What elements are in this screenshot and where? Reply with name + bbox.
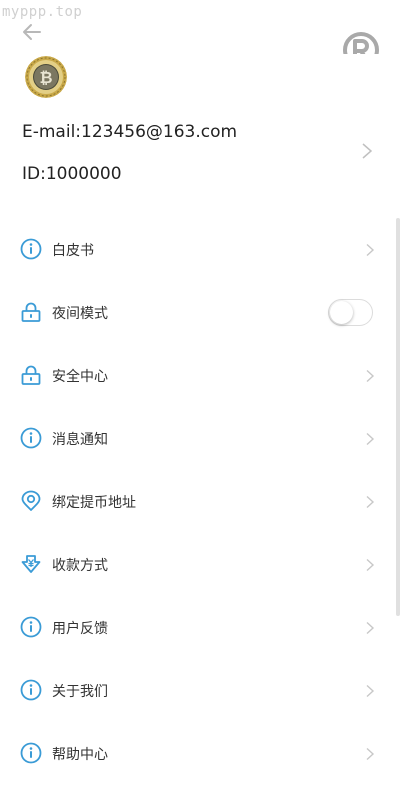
menu-item-payment-methods[interactable]: 收款方式 <box>0 533 394 596</box>
bitcoin-coin-icon: ₿ <box>25 56 67 98</box>
email-text: E-mail:123456@163.com <box>22 122 238 142</box>
menu-item-feedback[interactable]: 用户反馈 <box>0 596 394 659</box>
chevron-right-icon <box>366 432 375 446</box>
lock-icon <box>21 302 41 322</box>
menu-item-label: 绑定提币地址 <box>52 495 136 511</box>
info-circle-icon <box>20 427 42 449</box>
menu-item-about-us[interactable]: 关于我们 <box>0 659 394 722</box>
profile-page: myppp.top ₿ E-mail:123456@163.com ID:100… <box>0 0 400 800</box>
profile-info-row[interactable]: E-mail:123456@163.com ID:1000000 <box>0 110 400 196</box>
info-circle-icon <box>20 742 42 764</box>
menu-item-night-mode: 夜间模式 <box>0 281 394 344</box>
chevron-right-icon <box>366 558 375 572</box>
menu-item-help-center[interactable]: 帮助中心 <box>0 722 394 785</box>
night-mode-toggle[interactable] <box>328 299 373 326</box>
chevron-right-icon <box>366 621 375 635</box>
info-circle-icon <box>20 679 42 701</box>
arrow-left-icon[interactable] <box>20 20 44 44</box>
user-id-text: ID:1000000 <box>22 164 122 184</box>
menu-item-label: 收款方式 <box>52 558 108 574</box>
chevron-right-icon <box>366 243 375 257</box>
chevron-right-icon <box>366 747 375 761</box>
settings-menu: 白皮书 夜间模式 安全中心 消息通知 绑定提币地址 收款方式 用户反馈 关于我们… <box>0 218 394 785</box>
yen-receive-icon <box>21 555 41 573</box>
menu-item-withdraw-address[interactable]: 绑定提币地址 <box>0 470 394 533</box>
toggle-knob <box>330 301 353 324</box>
menu-item-security-center[interactable]: 安全中心 <box>0 344 394 407</box>
menu-item-label: 消息通知 <box>52 432 108 448</box>
chevron-right-icon <box>366 369 375 383</box>
menu-item-label: 安全中心 <box>52 369 108 385</box>
menu-item-notifications[interactable]: 消息通知 <box>0 407 394 470</box>
menu-item-label: 白皮书 <box>52 243 94 259</box>
lock-icon <box>21 365 41 385</box>
info-circle-icon <box>20 238 42 260</box>
watermark-text: myppp.top <box>2 4 83 20</box>
avatar[interactable]: ₿ <box>25 56 67 98</box>
menu-item-whitepaper[interactable]: 白皮书 <box>0 218 394 281</box>
svg-text:₿: ₿ <box>39 68 52 87</box>
info-circle-icon <box>20 616 42 638</box>
menu-item-label: 用户反馈 <box>52 621 108 637</box>
menu-item-label: 帮助中心 <box>52 747 108 763</box>
location-pin-icon <box>21 490 41 511</box>
menu-item-label: 关于我们 <box>52 684 108 700</box>
scrollbar[interactable] <box>396 218 400 616</box>
chevron-right-icon <box>366 684 375 698</box>
registered-r-icon <box>343 32 379 54</box>
menu-item-label: 夜间模式 <box>52 306 108 322</box>
chevron-right-icon <box>362 143 373 159</box>
chevron-right-icon <box>366 495 375 509</box>
